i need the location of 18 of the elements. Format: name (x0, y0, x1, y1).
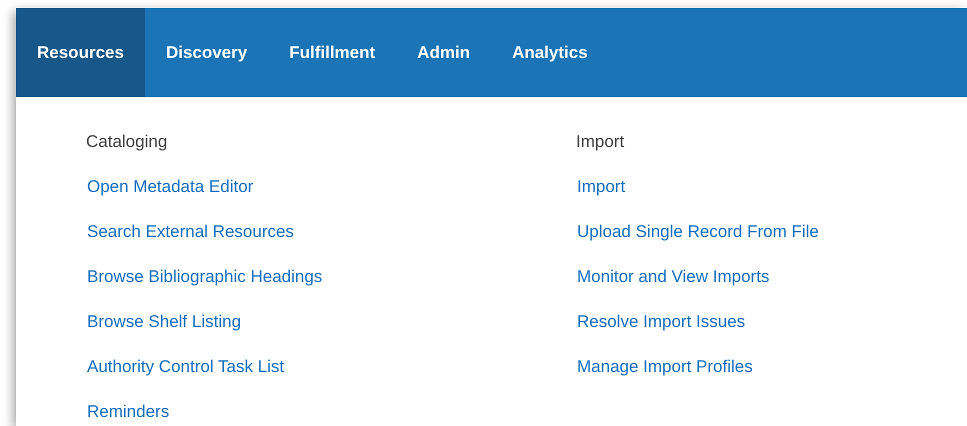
menu-link[interactable]: Manage Import Profiles (576, 355, 753, 379)
menu-link[interactable]: Reminders (86, 400, 170, 424)
nav-tab[interactable]: Admin (396, 8, 492, 97)
nav-tab[interactable]: Resources (16, 8, 145, 97)
menu-link[interactable]: Resolve Import Issues (576, 310, 746, 334)
nav-tab[interactable]: Analytics (491, 8, 609, 97)
menu-link[interactable]: Open Metadata Editor (86, 175, 254, 199)
menu-link[interactable]: Authority Control Task List (86, 355, 284, 379)
menu-link[interactable]: Browse Bibliographic Headings (86, 265, 322, 289)
menu-link[interactable]: Browse Shelf Listing (86, 310, 242, 334)
nav-tab[interactable]: Discovery (144, 8, 268, 97)
menu-link[interactable]: Import (576, 175, 626, 199)
menu-link[interactable]: Upload Single Record From File (576, 220, 819, 244)
menu-heading: Import (576, 131, 624, 153)
nav-tab[interactable]: Fulfillment (268, 8, 396, 97)
menu-heading: Cataloging (86, 131, 168, 153)
menu-link[interactable]: Search External Resources (86, 220, 294, 244)
menu-link[interactable]: Monitor and View Imports (576, 265, 770, 289)
